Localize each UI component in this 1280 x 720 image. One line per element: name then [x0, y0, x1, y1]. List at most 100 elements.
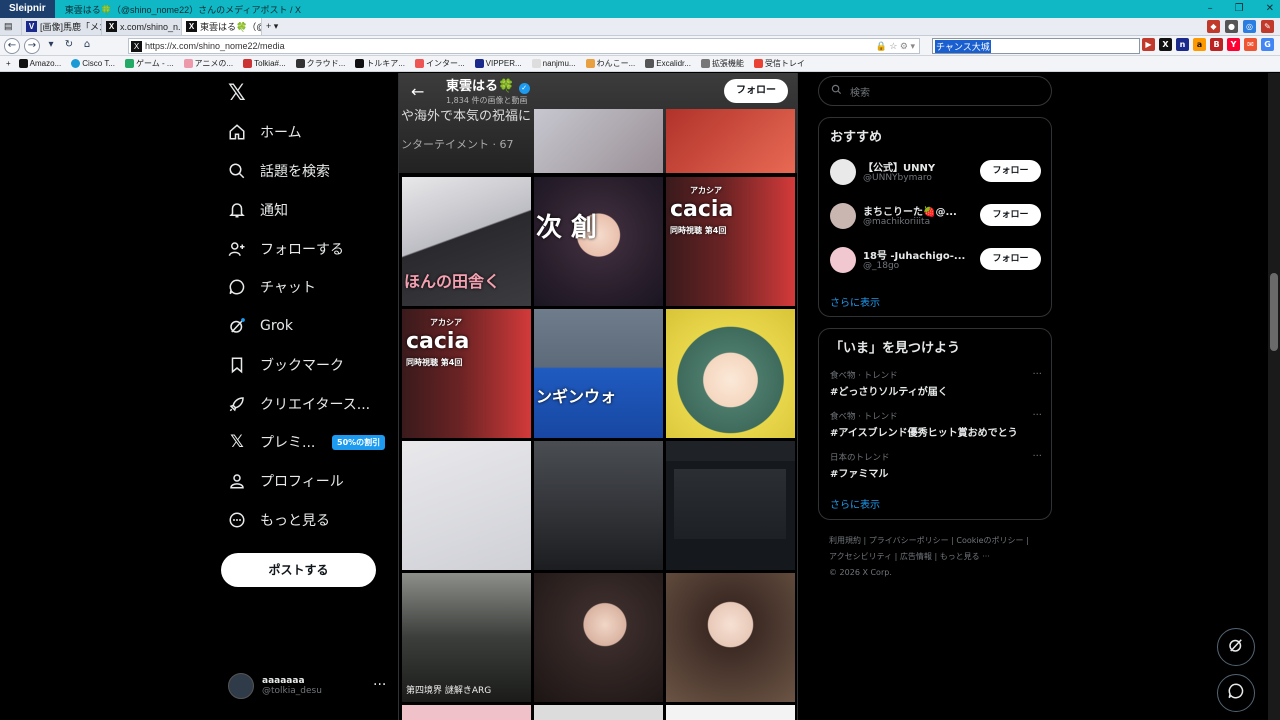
follow-button[interactable]: フォロー: [980, 204, 1041, 226]
trend-item[interactable]: 日本のトレンド #ファミマル ···: [830, 451, 1042, 480]
tab-0[interactable]: V[画像]馬鹿「メガ...: [22, 18, 102, 35]
bookmark-item[interactable]: Amazo...: [18, 59, 61, 68]
tool-icon[interactable]: ●: [1225, 20, 1238, 33]
media-tile[interactable]: アカシア cacia 同時視聴 第4回: [402, 309, 531, 438]
add-bookmark-icon[interactable]: +: [6, 59, 11, 68]
nav-premium[interactable]: 𝕏 プレミ...: [228, 430, 315, 454]
bookmark-item[interactable]: わんこー...: [585, 58, 635, 69]
recommend-item[interactable]: 18号 -Juhachigo-... @_18go フォロー: [830, 245, 1042, 275]
media-tile[interactable]: [666, 109, 795, 173]
bookmark-item[interactable]: 受信トレイ: [753, 58, 805, 69]
bookmark-item[interactable]: トルキア...: [355, 58, 405, 69]
bookmark-item[interactable]: アニメの...: [183, 58, 233, 69]
back-icon[interactable]: ←: [4, 37, 20, 54]
more-icon[interactable]: ···: [1032, 451, 1042, 462]
media-tile[interactable]: [666, 441, 795, 570]
scrollbar-thumb[interactable]: [1270, 273, 1278, 351]
show-more-link[interactable]: さらに表示: [830, 496, 880, 511]
bookmark-item[interactable]: nanjmu...: [531, 59, 576, 68]
mail-icon[interactable]: ✉: [1244, 38, 1257, 51]
media-tile[interactable]: アカシア cacia 同時視聴 第4回: [666, 177, 795, 306]
search-input[interactable]: 検索: [818, 76, 1052, 106]
tab-1[interactable]: Xx.com/shino_n...: [102, 18, 182, 35]
grok-fab[interactable]: [1217, 628, 1255, 666]
page-scrollbar[interactable]: [1268, 73, 1280, 720]
messages-fab[interactable]: [1217, 674, 1255, 712]
minimize-icon[interactable]: –: [1208, 0, 1213, 18]
recommend-item[interactable]: 【公式】UNNY @UNNYbymaro フォロー: [830, 157, 1042, 187]
media-tile[interactable]: [666, 309, 795, 438]
more-icon[interactable]: ···: [1032, 410, 1042, 421]
nav-bookmarks[interactable]: ブックマーク: [228, 353, 344, 377]
tab-2[interactable]: X東雲はる🍀（@s...: [182, 18, 262, 35]
footer-link[interactable]: もっと見る ···: [940, 552, 990, 561]
google-icon[interactable]: G: [1261, 38, 1274, 51]
media-tile[interactable]: ほんの田舎く: [402, 177, 531, 306]
trend-item[interactable]: 食べ物 · トレンド #どっさりソルティが届く ···: [830, 369, 1042, 398]
trend-item[interactable]: 食べ物 · トレンド #アイスブレンド優秀ヒット賞おめでとう ···: [830, 410, 1042, 439]
media-tile[interactable]: [534, 109, 663, 173]
footer-link[interactable]: Cookieのポリシー: [956, 536, 1023, 545]
dropdown-icon[interactable]: ▾: [44, 38, 58, 54]
nav-follow[interactable]: フォローする: [228, 237, 344, 261]
media-tile[interactable]: [666, 573, 795, 702]
app-name[interactable]: Sleipnir: [0, 0, 55, 18]
media-tile[interactable]: [534, 705, 663, 720]
show-more-link[interactable]: さらに表示: [830, 294, 880, 309]
tool-icon[interactable]: ◎: [1243, 20, 1256, 33]
recommend-item[interactable]: まちこりーた🍓@... @machikoriiita フォロー: [830, 201, 1042, 231]
bookmark-item[interactable]: Cisco T...: [71, 59, 115, 68]
amazon-icon[interactable]: a: [1193, 38, 1206, 51]
media-tile[interactable]: [534, 573, 663, 702]
star-icon[interactable]: 🔒 ☆ ⚙ ▾: [876, 41, 915, 52]
bookmark-item[interactable]: ゲーム - ...: [125, 58, 174, 69]
x-logo-icon[interactable]: 𝕏: [228, 81, 246, 106]
hatena-icon[interactable]: B: [1210, 38, 1223, 51]
more-icon[interactable]: ···: [373, 677, 386, 693]
yahoo-icon[interactable]: Y: [1227, 38, 1240, 51]
tool-icon[interactable]: ◆: [1207, 20, 1220, 33]
bookmark-item[interactable]: クラウド...: [295, 58, 345, 69]
forward-icon[interactable]: →: [24, 37, 40, 54]
back-arrow-icon[interactable]: ←: [411, 82, 424, 101]
close-icon[interactable]: ✕: [1266, 0, 1274, 18]
media-tile[interactable]: ンギンウォ: [534, 309, 663, 438]
media-tile[interactable]: 次 創: [534, 177, 663, 306]
more-icon[interactable]: ···: [1032, 369, 1042, 380]
post-button[interactable]: ポストする: [221, 553, 376, 587]
footer-link[interactable]: プライバシーポリシー: [869, 536, 949, 545]
nav-explore[interactable]: 話題を検索: [228, 159, 330, 183]
url-field[interactable]: X https://x.com/shino_nome22/media 🔒 ☆ ⚙…: [128, 38, 920, 54]
search-input[interactable]: チャンス大城: [932, 38, 1140, 54]
follow-button[interactable]: フォロー: [724, 79, 788, 103]
bookmark-item[interactable]: Excalidr...: [645, 59, 691, 68]
account-switcher[interactable]: aaaaaaa @tolkia_desu ···: [228, 673, 386, 699]
nav-notifications[interactable]: 通知: [228, 198, 288, 222]
footer-link[interactable]: アクセシビリティ: [829, 552, 892, 561]
tab-menu[interactable]: ▤: [0, 18, 22, 35]
media-tile[interactable]: [534, 441, 663, 570]
bookmark-item[interactable]: インター...: [414, 58, 465, 69]
x-logo-icon[interactable]: X: [1159, 38, 1172, 51]
new-tab-button[interactable]: + ▾: [262, 18, 284, 35]
bookmark-item[interactable]: Tolkia#...: [243, 59, 286, 68]
follow-button[interactable]: フォロー: [980, 248, 1041, 270]
footer-link[interactable]: 利用規約: [829, 536, 861, 545]
nav-chat[interactable]: チャット: [228, 275, 316, 299]
youtube-icon[interactable]: ▶: [1142, 38, 1155, 51]
nav-creator-studio[interactable]: クリエイタース...: [228, 392, 370, 416]
home-icon[interactable]: ⌂: [80, 38, 94, 54]
media-tile[interactable]: [402, 705, 531, 720]
nav-home[interactable]: ホーム: [228, 120, 302, 144]
media-tile[interactable]: 第四境界 謎解きARG: [402, 573, 531, 702]
tool-icon[interactable]: ✎: [1261, 20, 1274, 33]
footer-link[interactable]: 広告情報: [900, 552, 932, 561]
follow-button[interactable]: フォロー: [980, 160, 1041, 182]
niconico-icon[interactable]: n: [1176, 38, 1189, 51]
nav-more[interactable]: もっと見る: [228, 508, 330, 532]
bookmark-item[interactable]: 拡張機能: [700, 58, 744, 69]
reload-icon[interactable]: ↻: [62, 38, 76, 54]
media-tile[interactable]: [402, 441, 531, 570]
nav-profile[interactable]: プロフィール: [228, 469, 344, 493]
bookmark-item[interactable]: VIPPER...: [474, 59, 522, 68]
